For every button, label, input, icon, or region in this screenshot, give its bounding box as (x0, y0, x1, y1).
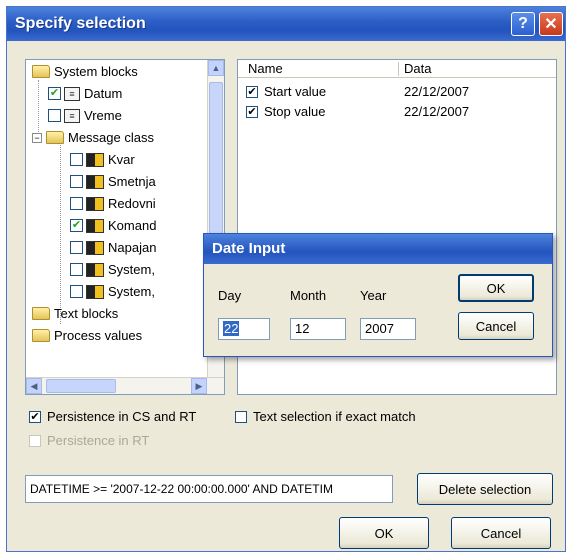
day-value: 22 (223, 321, 240, 336)
tree-node-label: System, (108, 284, 155, 299)
tree-node-label: Napajan (108, 240, 157, 255)
tree-node-redovni[interactable]: Redovni (70, 196, 156, 211)
month-field[interactable]: 12 (290, 318, 346, 340)
tree-checkbox[interactable] (70, 263, 83, 276)
tag-tree-panel[interactable]: System blocks ✔ ≡ Datum ≡ Vreme − Messag… (25, 59, 225, 395)
message-class-icon (86, 240, 104, 255)
tree-node-komand[interactable]: ✔ Komand (70, 218, 156, 233)
tree-checkbox[interactable] (70, 285, 83, 298)
scroll-left-icon[interactable]: ◀ (26, 378, 42, 394)
folder-icon (32, 307, 50, 320)
message-class-icon (86, 218, 104, 233)
tree-checkbox[interactable]: ✔ (48, 87, 61, 100)
tree-node-label: System blocks (54, 64, 138, 79)
list-row-start-value[interactable]: ✔ Start value 22/12/2007 (246, 84, 469, 99)
scroll-right-icon[interactable]: ▶ (191, 378, 207, 394)
year-field[interactable]: 2007 (360, 318, 416, 340)
cancel-button[interactable]: Cancel (451, 517, 551, 549)
tree-node-process-values[interactable]: Process values (32, 328, 142, 343)
checkbox[interactable] (235, 410, 247, 423)
tree-checkbox[interactable] (48, 109, 61, 122)
tree-checkbox[interactable]: ✔ (70, 219, 83, 232)
persistence-cs-rt-option[interactable]: ✔ Persistence in CS and RT (29, 409, 196, 424)
row-checkbox[interactable]: ✔ (246, 105, 258, 118)
date-input-title[interactable]: Date Input (204, 234, 552, 264)
column-header-data[interactable]: Data (404, 61, 431, 76)
tree-node-label: Smetnja (108, 174, 156, 189)
date-input-dialog: Date Input Day Month Year 22 12 2007 OK … (203, 233, 553, 357)
query-text-field[interactable]: DATETIME >= '2007-12-22 00:00:00.000' AN… (25, 475, 393, 503)
delete-selection-button[interactable]: Delete selection (417, 473, 553, 505)
document-icon: ≡ (64, 108, 80, 123)
specify-selection-window: Specify selection ? ✕ System blocks ✔ ≡ … (6, 6, 566, 552)
list-row-stop-value[interactable]: ✔ Stop value 22/12/2007 (246, 104, 469, 119)
folder-icon (32, 65, 50, 78)
column-divider[interactable] (398, 62, 399, 76)
tree-node-vreme[interactable]: ≡ Vreme (48, 108, 122, 123)
tree-checkbox[interactable] (70, 241, 83, 254)
scroll-up-icon[interactable]: ▲ (208, 60, 224, 76)
column-header-name[interactable]: Name (248, 61, 283, 76)
folder-icon (32, 329, 50, 342)
tree-node-system-1[interactable]: System, (70, 262, 155, 277)
tree-node-napajan[interactable]: Napajan (70, 240, 156, 255)
tree-node-label: Kvar (108, 152, 135, 167)
tree-node-label: System, (108, 262, 155, 277)
tree-node-message-class[interactable]: − Message class (32, 130, 154, 145)
option-label: Text selection if exact match (253, 409, 416, 424)
tree-node-system-blocks[interactable]: System blocks (32, 64, 138, 79)
row-data: 22/12/2007 (404, 104, 470, 119)
tree-node-smetnja[interactable]: Smetnja (70, 174, 156, 189)
scroll-thumb[interactable] (46, 379, 116, 393)
day-field[interactable]: 22 (218, 318, 270, 340)
option-label: Persistence in CS and RT (47, 409, 197, 424)
exact-match-option[interactable]: Text selection if exact match (235, 409, 416, 424)
tree-node-datum[interactable]: ✔ ≡ Datum (48, 86, 122, 101)
checkbox[interactable]: ✔ (29, 410, 41, 423)
tree-node-label: Process values (54, 328, 143, 343)
window-title: Specify selection (15, 15, 146, 32)
help-button[interactable]: ? (511, 12, 535, 36)
month-label: Month (290, 288, 327, 303)
tree-node-label: Vreme (84, 108, 122, 123)
row-name: Stop value (264, 104, 326, 119)
tree-checkbox[interactable] (70, 153, 83, 166)
tree-node-kvar[interactable]: Kvar (70, 152, 135, 167)
tree-checkbox[interactable] (70, 175, 83, 188)
row-data: 22/12/2007 (404, 84, 470, 99)
folder-icon (46, 131, 64, 144)
tree-checkbox[interactable] (70, 197, 83, 210)
row-checkbox[interactable]: ✔ (246, 85, 258, 98)
tree-node-label: Komand (108, 218, 157, 233)
checkbox (29, 434, 41, 447)
message-class-icon (86, 174, 104, 189)
ok-button[interactable]: OK (339, 517, 429, 549)
tree-horizontal-scrollbar[interactable]: ◀ ▶ (26, 377, 224, 394)
title-bar[interactable]: Specify selection ? ✕ (7, 7, 565, 41)
tree-node-label: Datum (84, 86, 123, 101)
close-button[interactable]: ✕ (539, 12, 563, 36)
message-class-icon (86, 284, 104, 299)
row-name: Start value (264, 84, 327, 99)
message-class-icon (86, 196, 104, 211)
list-header: Name Data (238, 60, 556, 78)
tree-node-text-blocks[interactable]: Text blocks (32, 306, 118, 321)
message-class-icon (86, 262, 104, 277)
persistence-rt-option: Persistence in RT (29, 433, 149, 448)
option-label: Persistence in RT (47, 433, 150, 448)
tree-connector (60, 142, 61, 324)
date-ok-button[interactable]: OK (458, 274, 534, 302)
tree-node-label: Message class (68, 130, 154, 145)
message-class-icon (86, 152, 104, 167)
day-label: Day (218, 288, 242, 303)
tree-node-label: Redovni (108, 196, 156, 211)
document-icon: ≡ (64, 86, 80, 101)
year-label: Year (360, 288, 387, 303)
date-cancel-button[interactable]: Cancel (458, 312, 534, 340)
tree-node-label: Text blocks (54, 306, 119, 321)
collapse-icon[interactable]: − (32, 132, 42, 143)
tree-node-system-2[interactable]: System, (70, 284, 155, 299)
